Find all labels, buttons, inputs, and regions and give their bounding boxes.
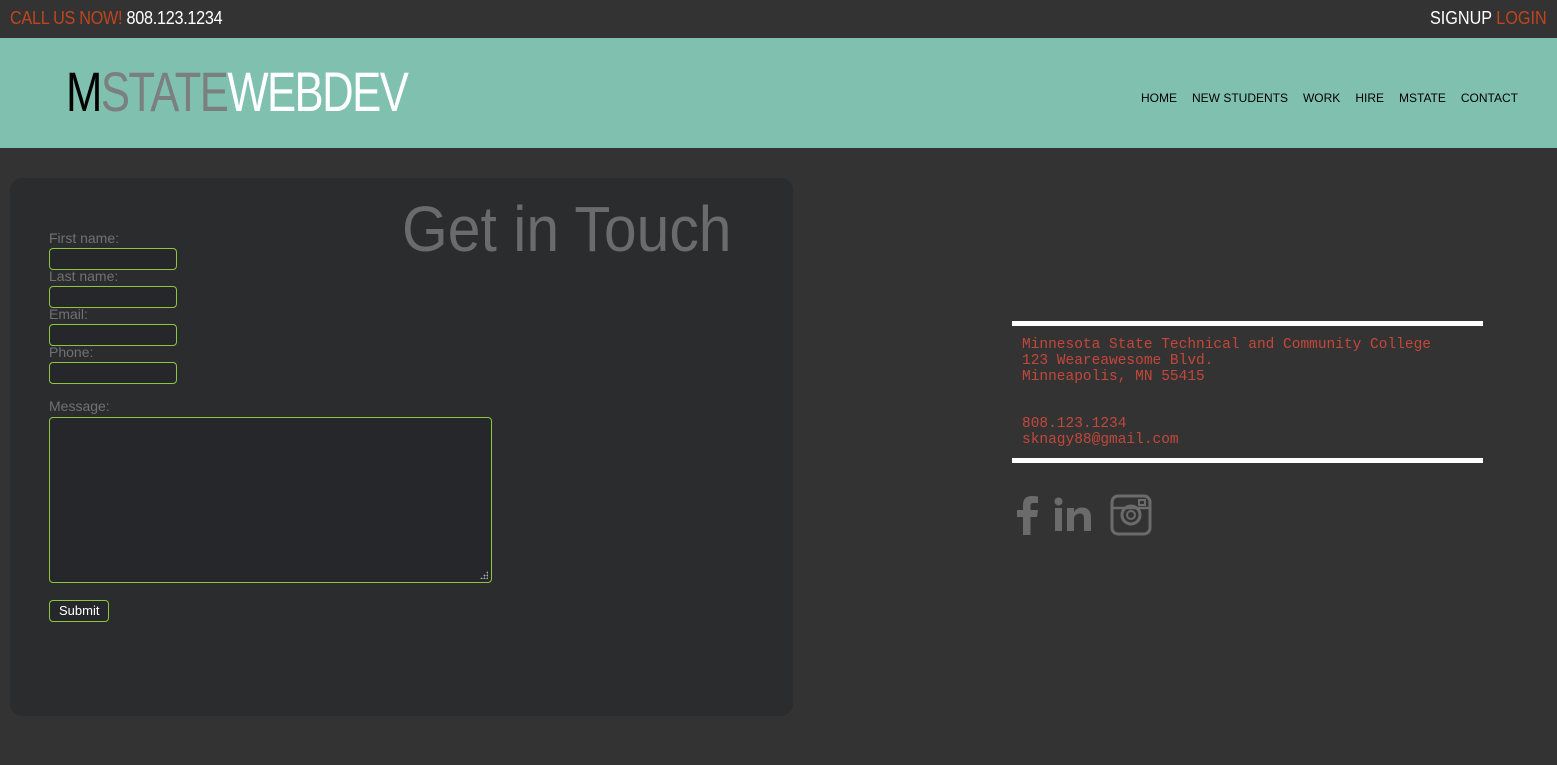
- nav-new-students[interactable]: NEW STUDENTS: [1192, 91, 1288, 105]
- call-us-phone: 808.123.1234: [126, 8, 223, 28]
- contact-form-card: Get in Touch First name: Last name: Emai…: [10, 178, 793, 716]
- nav-hire[interactable]: HIRE: [1355, 91, 1384, 105]
- linkedin-icon[interactable]: [1054, 495, 1092, 535]
- top-bar: CALL US NOW! 808.123.1234 SIGNUP LOGIN: [0, 0, 1557, 38]
- facebook-icon[interactable]: [1014, 495, 1040, 535]
- first-name-input[interactable]: [49, 248, 177, 270]
- address-line-2: 123 Weareawesome Blvd.: [1022, 353, 1214, 369]
- address-line-1: Minnesota State Technical and Community …: [1022, 337, 1431, 353]
- logo-m: M: [66, 60, 102, 123]
- form-title: Get in Touch: [402, 193, 732, 265]
- message-label: Message:: [49, 398, 110, 414]
- address-line-3: Minneapolis, MN 55415: [1022, 369, 1205, 385]
- nav-mstate[interactable]: MSTATE: [1399, 91, 1446, 105]
- first-name-label: First name:: [49, 230, 120, 246]
- logo-state: STATE: [100, 60, 229, 123]
- logo-webdev: WEBDEV: [227, 60, 409, 123]
- site-header: MSTATEWEBDEV HOME NEW STUDENTS WORK HIRE…: [0, 38, 1557, 148]
- nav-home[interactable]: HOME: [1141, 91, 1177, 105]
- main-nav: HOME NEW STUDENTS WORK HIRE MSTATE CONTA…: [1141, 91, 1518, 105]
- email-input[interactable]: [49, 324, 177, 346]
- message-textarea[interactable]: [49, 417, 492, 583]
- phone-label: Phone:: [49, 344, 94, 360]
- nav-contact[interactable]: CONTACT: [1461, 91, 1518, 105]
- last-name-input[interactable]: [49, 286, 177, 308]
- submit-button[interactable]: Submit: [49, 600, 110, 622]
- resize-grip-icon[interactable]: [480, 571, 488, 579]
- email-label: Email:: [49, 306, 88, 322]
- address-block: Minnesota State Technical and Community …: [1022, 337, 1431, 385]
- contact-details: 808.123.1234 sknagy88@gmail.com: [1022, 416, 1179, 448]
- call-us: CALL US NOW! 808.123.1234: [10, 8, 223, 29]
- site-logo[interactable]: MSTATEWEBDEV: [66, 60, 409, 123]
- last-name-label: Last name:: [49, 268, 119, 284]
- contact-email[interactable]: sknagy88@gmail.com: [1022, 432, 1179, 448]
- nav-work[interactable]: WORK: [1303, 91, 1340, 105]
- login-link[interactable]: LOGIN: [1497, 8, 1547, 28]
- contact-info: Minnesota State Technical and Community …: [1012, 321, 1483, 463]
- social-links: [1014, 494, 1152, 536]
- signup-link[interactable]: SIGNUP: [1430, 8, 1492, 28]
- contact-phone: 808.123.1234: [1022, 416, 1127, 432]
- phone-input[interactable]: [49, 362, 177, 384]
- instagram-icon[interactable]: [1110, 494, 1152, 536]
- call-us-label: CALL US NOW!: [10, 8, 123, 28]
- auth-links: SIGNUP LOGIN: [1430, 8, 1547, 29]
